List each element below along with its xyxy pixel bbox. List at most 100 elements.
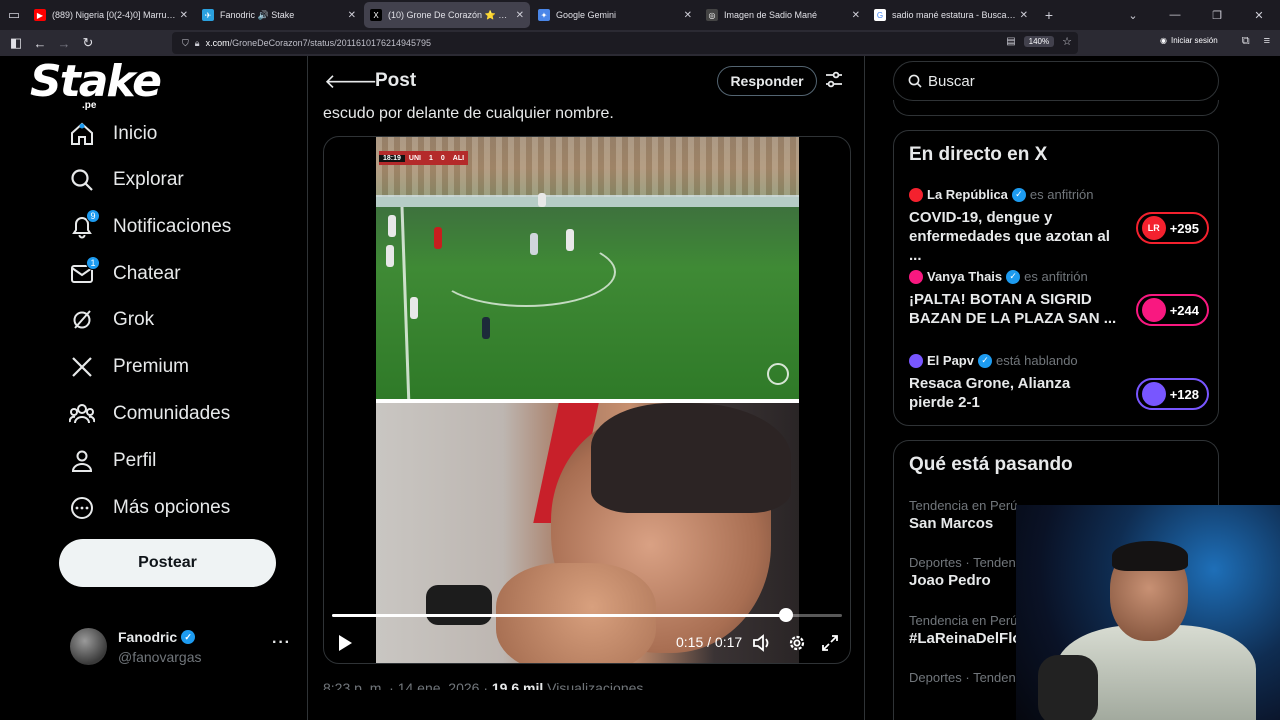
more-icon[interactable]: ··· (272, 634, 291, 652)
notification-badge: 9 (86, 209, 100, 223)
new-tab-icon[interactable]: + (1036, 7, 1062, 23)
tab-favicon-icon: ▶ (34, 9, 46, 21)
video-progress-bar[interactable] (332, 608, 842, 622)
browser-tab-bar: ▭ ▶ (889) Nigeria [0(2-4)0] Marrueco ✕ ✈ Fan… (0, 0, 1280, 30)
sidebar-item-label: Comunidades (113, 403, 231, 424)
post-timestamp[interactable]: 8:23 p. m. · 14 ene. 2026 · (323, 680, 488, 690)
search-input[interactable]: Buscar (928, 73, 975, 90)
sidebar-item-label: Inicio (113, 123, 158, 144)
settings-gear-icon[interactable] (787, 633, 807, 658)
player (530, 233, 538, 255)
reload-icon[interactable]: ↻ (76, 35, 100, 51)
account-handle: @fanovargas (118, 649, 202, 665)
browser-tab[interactable]: ▶ (889) Nigeria [0(2-4)0] Marrueco ✕ (28, 2, 194, 28)
back-arrow-icon[interactable]: 🡐 (324, 69, 378, 94)
space-host-role: es anfitrión (1029, 187, 1094, 202)
search-icon (68, 166, 96, 194)
url-domain: x.com (205, 38, 230, 48)
tab-list-icon[interactable]: ▭ (0, 0, 28, 30)
close-window-icon[interactable]: ✕ (1238, 9, 1280, 22)
close-tab-icon[interactable]: ✕ (1020, 10, 1028, 21)
zoom-level[interactable]: 140% (1023, 36, 1055, 47)
sidebar-item-grok[interactable]: Grok (68, 300, 154, 340)
browser-tab[interactable]: ✦ Google Gemini ✕ (532, 2, 698, 28)
tab-title: (10) Grone De Corazón ⭐ ⭐ ⭐ (388, 9, 512, 20)
video-player[interactable]: 18:19 UNI 1 0 ALI 0:15 / 0:17 (323, 136, 851, 664)
minimize-icon[interactable]: — (1154, 9, 1196, 21)
sidebar-item-perfil[interactable]: Perfil (68, 441, 156, 481)
sidebar-item-chatear[interactable]: 1 Chatear (68, 254, 181, 294)
browser-tab[interactable]: X (10) Grone De Corazón ⭐ ⭐ ⭐ ✕ (364, 2, 530, 28)
sidebar-item-premium[interactable]: Premium (68, 347, 189, 387)
post-text: escudo por delante de cualquier nombre. (323, 105, 614, 122)
communities-icon (68, 400, 96, 428)
search-box[interactable]: Buscar (893, 61, 1219, 101)
listener-count: +244 (1169, 302, 1199, 318)
live-space-item[interactable]: Vanya Thais ✓ es anfitrión ¡PALTA! BOTAN A … (909, 269, 1209, 328)
shield-icon: ⛉ (182, 37, 189, 48)
video-progress-fill (332, 614, 786, 617)
lock-icon: 🔒︎ (194, 37, 200, 48)
live-spaces-card: En directo en X La República ✓ es anfitrió… (893, 130, 1219, 426)
close-tab-icon[interactable]: ✕ (180, 10, 188, 21)
browser-tab[interactable]: Gsadio mané estatura - Buscar co ✕ (868, 2, 1034, 28)
fullscreen-icon[interactable] (821, 634, 839, 657)
reader-view-icon[interactable]: ▤ (1006, 36, 1015, 47)
extensions-icon[interactable]: ⧉ (1242, 35, 1250, 48)
post-header: 🡐 Post Responder (308, 56, 864, 106)
sidebar-item-label: Explorar (113, 169, 184, 190)
more-options-icon (68, 494, 96, 522)
x-logo-icon (68, 353, 96, 381)
sidebar-toggle-icon[interactable]: ◧ (4, 35, 28, 51)
listener-avatar (1141, 382, 1166, 406)
tab-title: Imagen de Sadio Mané (724, 10, 818, 20)
live-space-item[interactable]: La República ✓ es anfitrión COVID-19, dengu… (909, 187, 1209, 265)
sidebar-item-label: Chatear (113, 263, 181, 284)
close-tab-icon[interactable]: ✕ (852, 10, 860, 21)
video-scrubber-handle[interactable] (778, 608, 793, 622)
close-tab-icon[interactable]: ✕ (516, 10, 524, 21)
reply-button[interactable]: Responder (717, 66, 817, 96)
account-switcher[interactable]: Fanodric ✓ @fanovargas ··· (70, 628, 290, 668)
pitch-line (400, 207, 411, 399)
scoreboard-item: 18:19 (379, 154, 405, 162)
forward-icon[interactable]: → (52, 36, 76, 51)
streamer-webcam-overlay (1016, 505, 1280, 720)
menu-icon[interactable]: ≡ (1264, 35, 1270, 48)
play-icon[interactable] (337, 634, 353, 657)
sidebar-item-notificaciones[interactable]: 9 Notificaciones (68, 207, 231, 247)
video-frame-top: 18:19 UNI 1 0 ALI (376, 137, 799, 399)
close-tab-icon[interactable]: ✕ (684, 10, 692, 21)
url-path: /GroneDeCorazon7/status/2011610176214945… (229, 38, 432, 48)
wristwatch (426, 585, 492, 625)
live-space-item[interactable]: El Papv ✓ está hablando Resaca Grone, Alian… (909, 353, 1209, 412)
filter-sliders-icon[interactable] (825, 71, 843, 94)
sign-in-label: Iniciar sesión (1170, 36, 1218, 45)
tab-overflow-icon[interactable]: ⌄ (1112, 9, 1154, 22)
player (386, 245, 394, 267)
volume-icon[interactable] (752, 634, 772, 657)
url-bar[interactable]: ⛉ 🔒︎ x.com/GroneDeCorazon7/status/201161… (172, 32, 1078, 54)
stake-logo[interactable]: Stake .pe (30, 56, 162, 114)
back-icon[interactable]: ← (28, 36, 52, 51)
broadcaster-logo-icon (767, 363, 789, 385)
account-name: Fanodric (118, 629, 178, 645)
views-label: Visualizaciones (547, 680, 644, 690)
sidebar-item-comunidades[interactable]: Comunidades (68, 394, 230, 434)
post-button[interactable]: Postear (59, 539, 276, 587)
browser-tab[interactable]: ◎ Imagen de Sadio Mané ✕ (700, 2, 866, 28)
browser-tab[interactable]: ✈ Fanodric 🔊 Stake ✕ (196, 2, 362, 28)
avatar (70, 628, 107, 665)
bookmark-star-icon[interactable]: ☆ (1062, 35, 1072, 48)
sidebar-item-label: Premium (113, 356, 190, 377)
restore-icon[interactable]: ❐ (1196, 9, 1238, 22)
post-column: escudo por delante de cualquier nombre. … (307, 56, 865, 720)
post-meta: 8:23 p. m. · 14 ene. 2026 · 19,6 mil Vis… (323, 680, 643, 690)
sidebar-item-explorar[interactable]: Explorar (68, 160, 184, 200)
sidebar-item-más-opciones[interactable]: Más opciones (68, 488, 230, 528)
tab-title: sadio mané estatura - Buscar co (892, 10, 1016, 20)
sidebar-item-inicio[interactable]: Inicio (68, 114, 157, 154)
close-tab-icon[interactable]: ✕ (348, 10, 356, 21)
tab-favicon-icon: ✦ (538, 9, 550, 21)
sign-in-button[interactable]: ◉ Iniciar sesión (1160, 36, 1218, 45)
